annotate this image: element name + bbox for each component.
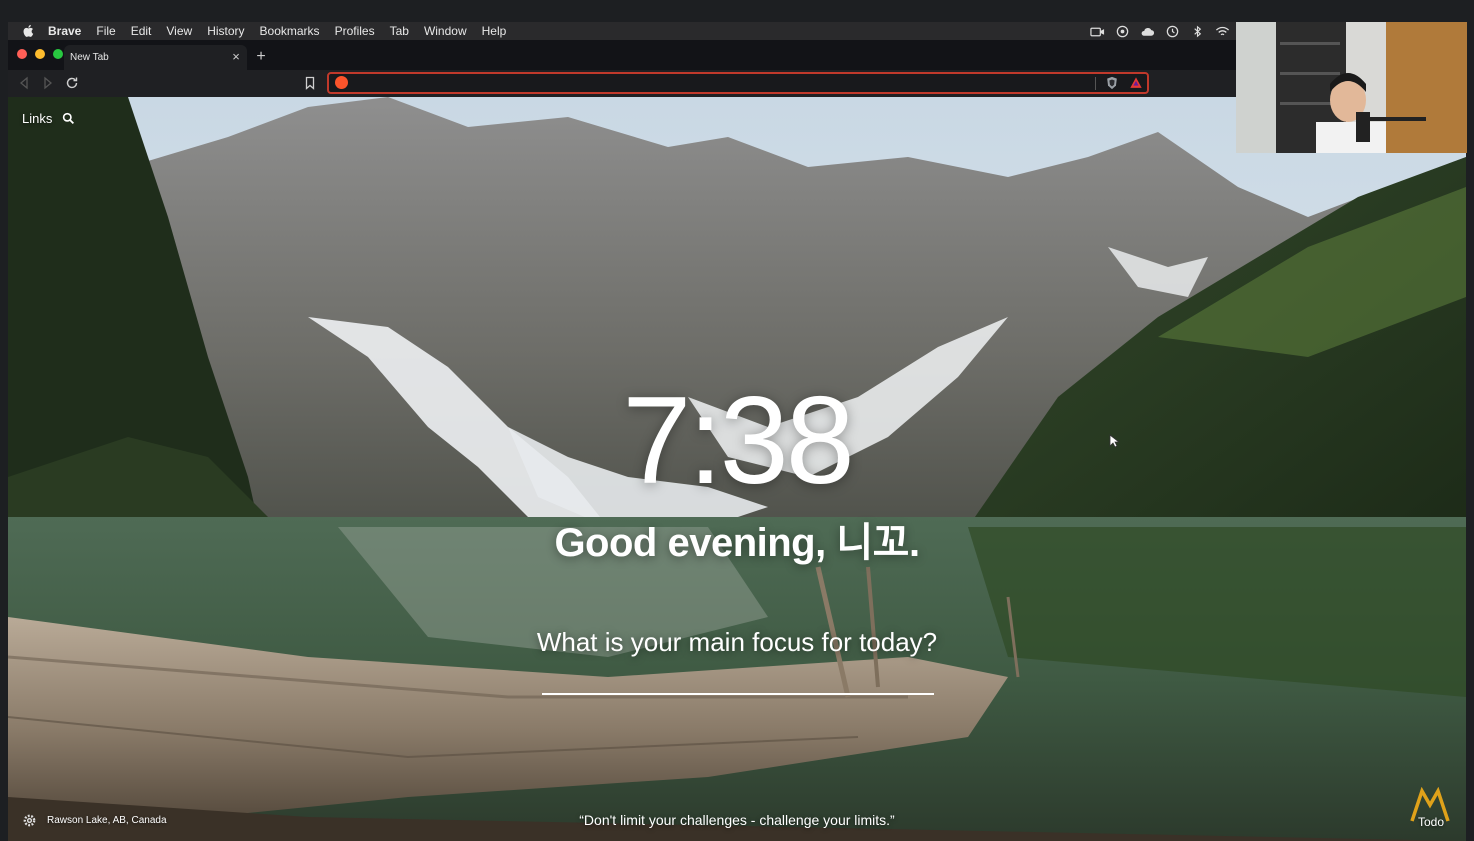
focus-question: What is your main focus for today?: [536, 627, 938, 657]
menu-file[interactable]: File: [96, 24, 115, 38]
menu-edit[interactable]: Edit: [131, 24, 152, 38]
minimize-window-button[interactable]: [35, 49, 45, 59]
menu-window[interactable]: Window: [424, 24, 467, 38]
links-menu[interactable]: Links: [22, 111, 75, 126]
menu-help[interactable]: Help: [482, 24, 507, 38]
tab-new-tab[interactable]: New Tab ×: [64, 45, 247, 70]
bookmark-button[interactable]: [302, 75, 318, 91]
todo-button[interactable]: Todo: [1418, 815, 1444, 829]
menu-view[interactable]: View: [166, 24, 192, 38]
menu-bookmarks[interactable]: Bookmarks: [260, 24, 320, 38]
webcam-feed-image: [1236, 22, 1467, 153]
new-tab-button[interactable]: +: [253, 49, 269, 65]
brave-logo-icon: [335, 76, 348, 89]
menu-brave[interactable]: Brave: [48, 24, 81, 38]
bluetooth-icon[interactable]: [1190, 25, 1205, 38]
mouse-cursor-icon: [1109, 434, 1119, 448]
camera-icon[interactable]: [1090, 25, 1105, 38]
password-icon[interactable]: [1115, 25, 1130, 38]
close-window-button[interactable]: [17, 49, 27, 59]
focus-input[interactable]: [542, 663, 934, 695]
greeting-text: Good evening, 니꼬.: [554, 521, 920, 565]
close-tab-icon[interactable]: ×: [229, 50, 243, 64]
screen-top-strip: [0, 0, 1474, 22]
zoom-window-button[interactable]: [53, 49, 63, 59]
forward-arrow-icon: [44, 76, 53, 90]
forward-button[interactable]: [40, 75, 56, 91]
browser-tab-bar: New Tab × +: [8, 40, 1236, 70]
menu-tab[interactable]: Tab: [390, 24, 409, 38]
apple-icon[interactable]: [22, 24, 36, 38]
search-icon[interactable]: [62, 112, 75, 125]
back-button[interactable]: [16, 75, 32, 91]
menu-bar-status-area: [1090, 22, 1236, 40]
menu-history[interactable]: History: [207, 24, 244, 38]
address-bar[interactable]: [327, 72, 1149, 94]
cloud-icon[interactable]: [1140, 25, 1155, 38]
brave-rewards-icon[interactable]: [1129, 76, 1143, 90]
time-machine-icon[interactable]: [1165, 25, 1180, 38]
clock-display: 7:38: [622, 372, 854, 510]
menu-profiles[interactable]: Profiles: [335, 24, 375, 38]
back-arrow-icon: [19, 76, 28, 90]
daily-quote[interactable]: “Don't limit your challenges - challenge…: [8, 812, 1466, 828]
links-label[interactable]: Links: [22, 111, 52, 126]
address-bar-divider: [1095, 77, 1096, 90]
bookmark-icon: [305, 76, 315, 90]
macos-menu-bar: Brave File Edit View History Bookmarks P…: [8, 22, 1236, 40]
webcam-overlay: [1236, 22, 1467, 153]
browser-toolbar: [8, 70, 1236, 97]
tab-title: New Tab: [70, 52, 109, 63]
reload-icon: [66, 77, 78, 89]
window-controls: [17, 49, 63, 59]
new-tab-page: Links 7:38 Good evening, 니꼬. What is you…: [8, 97, 1466, 841]
reload-button[interactable]: [64, 75, 80, 91]
brave-shields-icon[interactable]: [1105, 76, 1119, 90]
url-input[interactable]: [355, 74, 1085, 92]
wifi-icon[interactable]: [1215, 25, 1230, 38]
